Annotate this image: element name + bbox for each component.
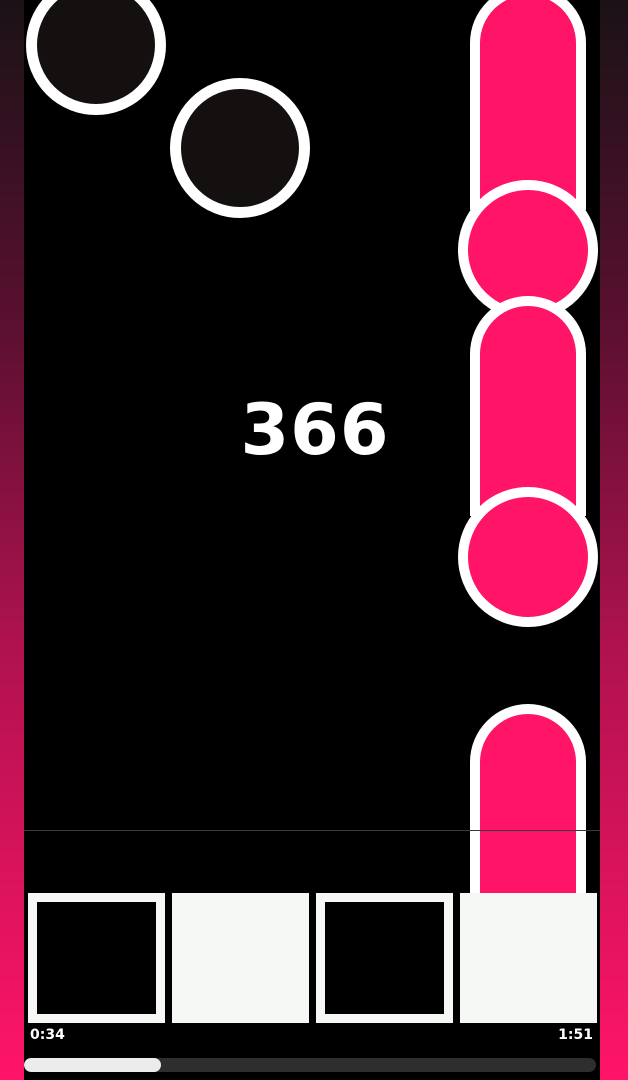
song-progress-fill bbox=[24, 1058, 162, 1072]
total-time: 1:51 bbox=[558, 1027, 593, 1043]
score-counter: 366 bbox=[240, 389, 390, 471]
judgement-line bbox=[24, 830, 600, 831]
hold-note-body[interactable] bbox=[470, 0, 586, 210]
elapsed-time: 0:34 bbox=[30, 1027, 65, 1043]
hold-note-head[interactable] bbox=[458, 487, 598, 627]
lane-key-3[interactable] bbox=[316, 893, 453, 1023]
tap-note[interactable] bbox=[170, 78, 310, 218]
hold-note-body[interactable] bbox=[470, 704, 586, 904]
left-side-gradient bbox=[0, 0, 24, 1080]
hold-note-body[interactable] bbox=[470, 296, 586, 516]
lane-key-4[interactable] bbox=[460, 893, 597, 1023]
lane-key-2[interactable] bbox=[172, 893, 309, 1023]
right-side-gradient bbox=[600, 0, 628, 1080]
lane-key-1[interactable] bbox=[28, 893, 165, 1023]
song-progress-bar[interactable] bbox=[24, 1058, 596, 1072]
